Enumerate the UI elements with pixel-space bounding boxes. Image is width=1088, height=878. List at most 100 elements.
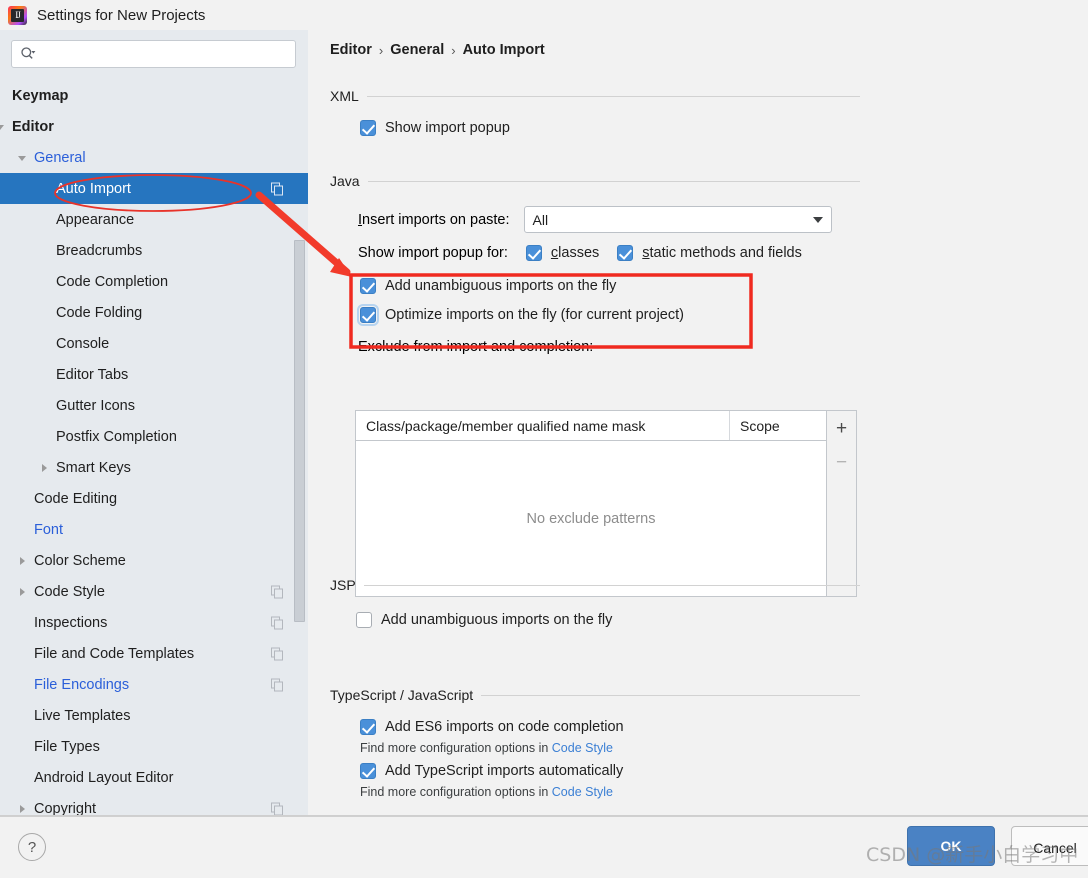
checkbox-box-icon[interactable] xyxy=(360,719,376,735)
sidebar-item-smart-keys[interactable]: Smart Keys xyxy=(0,452,308,483)
add-exclude-pattern-button[interactable]: + xyxy=(831,417,853,439)
checkbox-classes[interactable]: classes xyxy=(525,245,599,261)
checkbox-box-icon[interactable] xyxy=(525,245,542,261)
breadcrumb-item-auto-import[interactable]: Auto Import xyxy=(463,42,545,58)
section-typescript-javascript: TypeScript / JavaScript Add ES6 imports … xyxy=(330,687,860,799)
checkbox-box-icon[interactable] xyxy=(357,304,379,326)
checkbox-box-icon[interactable] xyxy=(356,612,372,628)
section-xml-title: XML xyxy=(330,88,359,104)
settings-tree: Keymap Editor General Auto Import Appearance… xyxy=(0,80,308,816)
sidebar-item-console[interactable]: Console xyxy=(0,328,308,359)
exclude-patterns-table: Class/package/member qualified name mask… xyxy=(355,410,857,597)
sidebar-item-label: Inspections xyxy=(34,614,108,631)
breadcrumb-item-general[interactable]: General xyxy=(390,42,444,58)
section-divider xyxy=(363,584,860,586)
chevron-down-icon[interactable] xyxy=(0,121,6,133)
insert-imports-select[interactable]: All xyxy=(523,206,832,233)
sidebar-item-postfix-completion[interactable]: Postfix Completion xyxy=(0,421,308,452)
sidebar-item-label: Code Completion xyxy=(56,273,169,290)
search-box[interactable] xyxy=(11,40,296,68)
sidebar-item-label: Smart Keys xyxy=(56,459,131,476)
copy-settings-icon[interactable] xyxy=(271,678,284,691)
code-style-link[interactable]: Code Style xyxy=(552,785,613,799)
sidebar-item-code-editing[interactable]: Code Editing xyxy=(0,483,308,514)
sidebar-item-code-completion[interactable]: Code Completion xyxy=(0,266,308,297)
checkbox-box-icon[interactable] xyxy=(617,245,634,261)
sidebar-item-code-folding[interactable]: Code Folding xyxy=(0,297,308,328)
sidebar-item-breadcrumbs[interactable]: Breadcrumbs xyxy=(0,235,308,266)
copy-settings-icon[interactable] xyxy=(271,802,284,815)
code-style-link[interactable]: Code Style xyxy=(552,741,613,755)
chevron-right-icon[interactable] xyxy=(16,555,28,567)
sidebar-item-live-templates[interactable]: Live Templates xyxy=(0,700,308,731)
sidebar-item-label: General xyxy=(34,149,86,166)
exclude-table-empty-state: No exclude patterns xyxy=(526,510,656,527)
help-button[interactable]: ? xyxy=(18,833,46,861)
breadcrumb-separator-icon: › xyxy=(451,42,456,58)
section-divider xyxy=(367,180,860,182)
sidebar-item-file-types[interactable]: File Types xyxy=(0,731,308,762)
section-java: Java Insert imports on paste: All Show i… xyxy=(330,173,860,355)
breadcrumb-item-editor[interactable]: Editor xyxy=(330,42,372,58)
checkbox-static-methods-and-fields[interactable]: static methods and fields xyxy=(617,245,802,261)
chevron-down-icon[interactable] xyxy=(16,152,28,164)
exclude-from-import-label: Exclude from import and completion: xyxy=(358,339,594,355)
copy-settings-icon[interactable] xyxy=(271,616,284,629)
checkbox-label: Add ES6 imports on code completion xyxy=(385,719,624,735)
sidebar-item-label: Editor Tabs xyxy=(56,366,129,383)
column-header-name-mask[interactable]: Class/package/member qualified name mask xyxy=(356,411,730,440)
sidebar-item-label: Live Templates xyxy=(34,707,131,724)
sidebar-item-keymap[interactable]: Keymap xyxy=(0,80,308,111)
checkbox-box-icon[interactable] xyxy=(360,763,376,779)
section-divider xyxy=(481,694,860,696)
sidebar-item-android-layout-editor[interactable]: Android Layout Editor xyxy=(0,762,308,793)
sidebar-item-label: Android Layout Editor xyxy=(34,769,174,786)
sidebar-item-color-scheme[interactable]: Color Scheme xyxy=(0,545,308,576)
search-input[interactable] xyxy=(36,42,295,66)
intellij-idea-logo-icon: IJ xyxy=(8,5,27,25)
copy-settings-icon[interactable] xyxy=(271,647,284,660)
checkbox-label: Optimize imports on the fly (for current… xyxy=(385,307,684,323)
copy-settings-icon[interactable] xyxy=(271,585,284,598)
sidebar-scrollbar-thumb[interactable] xyxy=(294,240,305,622)
cancel-button[interactable]: Cancel xyxy=(1011,826,1088,866)
column-header-scope[interactable]: Scope xyxy=(730,411,826,440)
sidebar-item-label: Color Scheme xyxy=(34,552,126,569)
chevron-right-icon[interactable] xyxy=(16,586,28,598)
sidebar-item-label: Code Editing xyxy=(34,490,118,507)
checkbox-add-es6-imports[interactable]: Add ES6 imports on code completion xyxy=(360,719,860,735)
copy-settings-icon[interactable] xyxy=(271,182,284,195)
sidebar-item-gutter-icons[interactable]: Gutter Icons xyxy=(0,390,308,421)
chevron-right-icon[interactable] xyxy=(38,462,50,474)
checkbox-add-unambiguous-imports-jsp[interactable]: Add unambiguous imports on the fly xyxy=(356,612,860,628)
sidebar-item-file-and-code-templates[interactable]: File and Code Templates xyxy=(0,638,308,669)
sidebar-item-editor[interactable]: Editor xyxy=(0,111,308,142)
sidebar-item-font[interactable]: Font xyxy=(0,514,308,545)
sidebar-item-editor-tabs[interactable]: Editor Tabs xyxy=(0,359,308,390)
insert-imports-on-paste-row: Insert imports on paste: All xyxy=(358,206,860,233)
window-title-bar: IJ Settings for New Projects xyxy=(0,0,1088,30)
sidebar-item-label: Console xyxy=(56,335,110,352)
sidebar-item-label: Font xyxy=(34,521,64,538)
sidebar-item-file-encodings[interactable]: File Encodings xyxy=(0,669,308,700)
checkbox-xml-show-import-popup[interactable]: Show import popup xyxy=(360,120,860,136)
checkbox-box-icon[interactable] xyxy=(360,120,376,136)
sidebar-item-general[interactable]: General xyxy=(0,142,308,173)
checkbox-box-icon[interactable] xyxy=(360,278,376,294)
sidebar-item-label: Auto Import xyxy=(56,180,131,197)
show-import-popup-for-label: Show import popup for: xyxy=(358,245,508,261)
ok-button[interactable]: OK xyxy=(907,826,995,866)
checkbox-add-unambiguous-imports-java[interactable]: Add unambiguous imports on the fly xyxy=(360,278,860,294)
sidebar-item-code-style[interactable]: Code Style xyxy=(0,576,308,607)
remove-exclude-pattern-button: − xyxy=(835,451,848,473)
sidebar-item-auto-import[interactable]: Auto Import xyxy=(0,173,308,204)
sidebar-item-inspections[interactable]: Inspections xyxy=(0,607,308,638)
sidebar-item-appearance[interactable]: Appearance xyxy=(0,204,308,235)
sidebar-item-copyright[interactable]: Copyright xyxy=(0,793,308,816)
checkbox-add-typescript-imports[interactable]: Add TypeScript imports automatically xyxy=(360,763,860,779)
settings-sidebar: Keymap Editor General Auto Import Appearance… xyxy=(0,30,308,816)
chevron-right-icon[interactable] xyxy=(16,803,28,815)
checkbox-optimize-imports-on-the-fly[interactable]: Optimize imports on the fly (for current… xyxy=(357,304,860,326)
exclude-table-grid: Class/package/member qualified name mask… xyxy=(356,411,826,596)
insert-imports-value: All xyxy=(532,211,549,228)
